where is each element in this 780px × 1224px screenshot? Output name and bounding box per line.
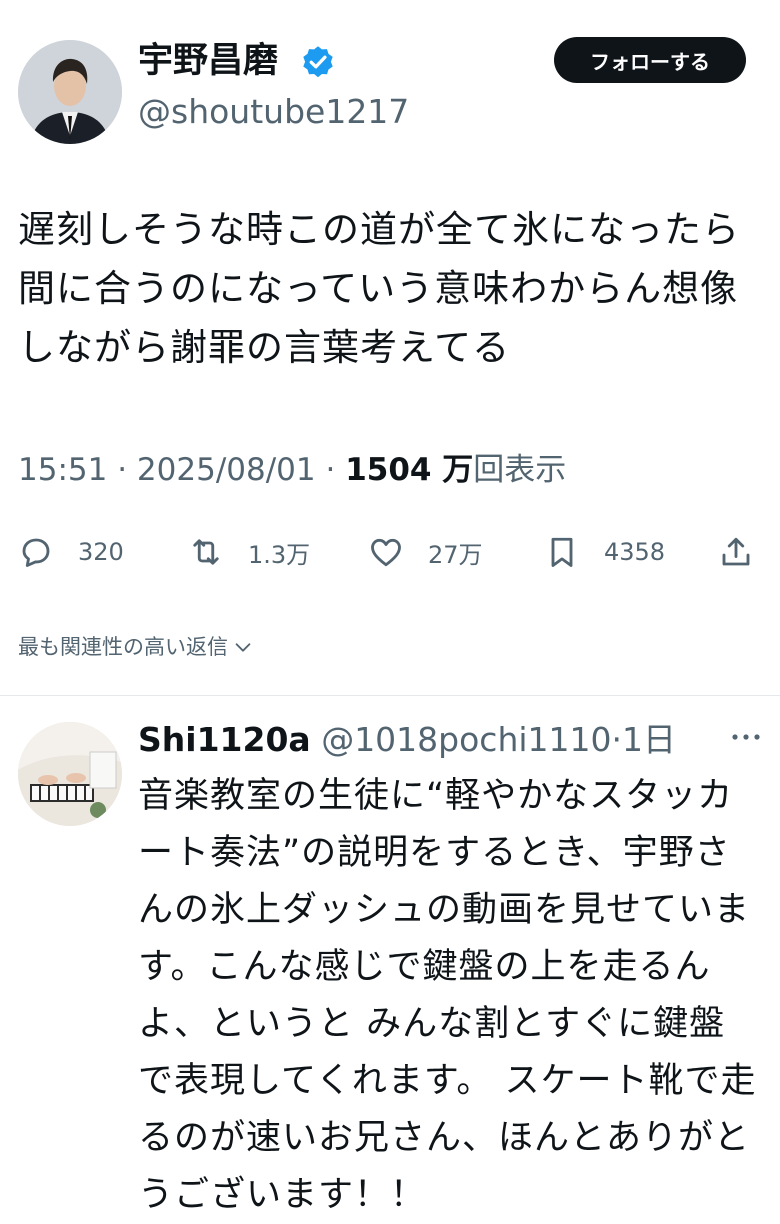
retweet-icon xyxy=(193,539,219,565)
meta-separator: · xyxy=(611,720,623,759)
meta-separator: · xyxy=(117,452,137,488)
reply-icon xyxy=(22,538,50,567)
reply-action[interactable]: 320 xyxy=(18,530,124,574)
tweet-time[interactable]: 15:51 xyxy=(18,452,107,488)
views-label: 回表示 xyxy=(473,452,567,488)
like-count: 27万 xyxy=(428,540,483,569)
profile-photo-icon xyxy=(18,722,122,826)
reply-author-handle[interactable]: @1018pochi1110 xyxy=(321,720,611,759)
more-options-icon[interactable] xyxy=(728,722,764,752)
retweet-action[interactable]: 1.3万 xyxy=(188,530,310,574)
author-handle[interactable]: @shoutube1217 xyxy=(138,90,409,134)
reply-age[interactable]: 1日 xyxy=(622,720,676,759)
divider xyxy=(0,695,780,696)
reply-count: 320 xyxy=(78,538,124,566)
chevron-down-icon xyxy=(235,643,251,652)
follow-button[interactable]: フォローする xyxy=(554,37,746,83)
bookmark-icon xyxy=(551,537,573,567)
reply-avatar[interactable] xyxy=(18,722,122,826)
reply-author-name[interactable]: Shi1120a xyxy=(138,720,311,759)
views-count: 1504 万 xyxy=(345,452,474,488)
verified-badge-icon xyxy=(303,46,333,78)
share-action[interactable] xyxy=(718,530,754,574)
replies-sort-label: 最も関連性の高い返信 xyxy=(18,635,228,659)
bookmark-count: 4358 xyxy=(604,538,666,566)
author-name[interactable]: 宇野昌磨 xyxy=(138,38,278,84)
replies-sort-dropdown[interactable]: 最も関連性の高い返信 xyxy=(18,630,254,664)
bookmark-action[interactable]: 4358 xyxy=(544,530,665,574)
meta-separator: · xyxy=(325,452,346,488)
profile-photo-icon xyxy=(18,40,122,144)
heart-icon xyxy=(371,538,401,567)
tweet-text: 遅刻しそうな時この道が全て氷になったら間に合うのになっていう意味わからん想像しな… xyxy=(18,208,740,369)
reply-text: 音楽教室の生徒に“軽やかなスタッカート奏法”の説明をするとき、宇野さんの氷上ダッ… xyxy=(138,776,757,1215)
share-icon xyxy=(722,537,750,566)
tweet-date[interactable]: 2025/08/01 xyxy=(137,452,316,488)
reply-header: Shi1120a @1018pochi1110·1日 xyxy=(138,716,676,764)
tweet-meta: 15:51 · 2025/08/01 · 1504 万回表示 xyxy=(18,448,566,492)
author-avatar[interactable] xyxy=(18,40,122,144)
retweet-count: 1.3万 xyxy=(248,540,311,569)
like-action[interactable]: 27万 xyxy=(368,530,483,574)
